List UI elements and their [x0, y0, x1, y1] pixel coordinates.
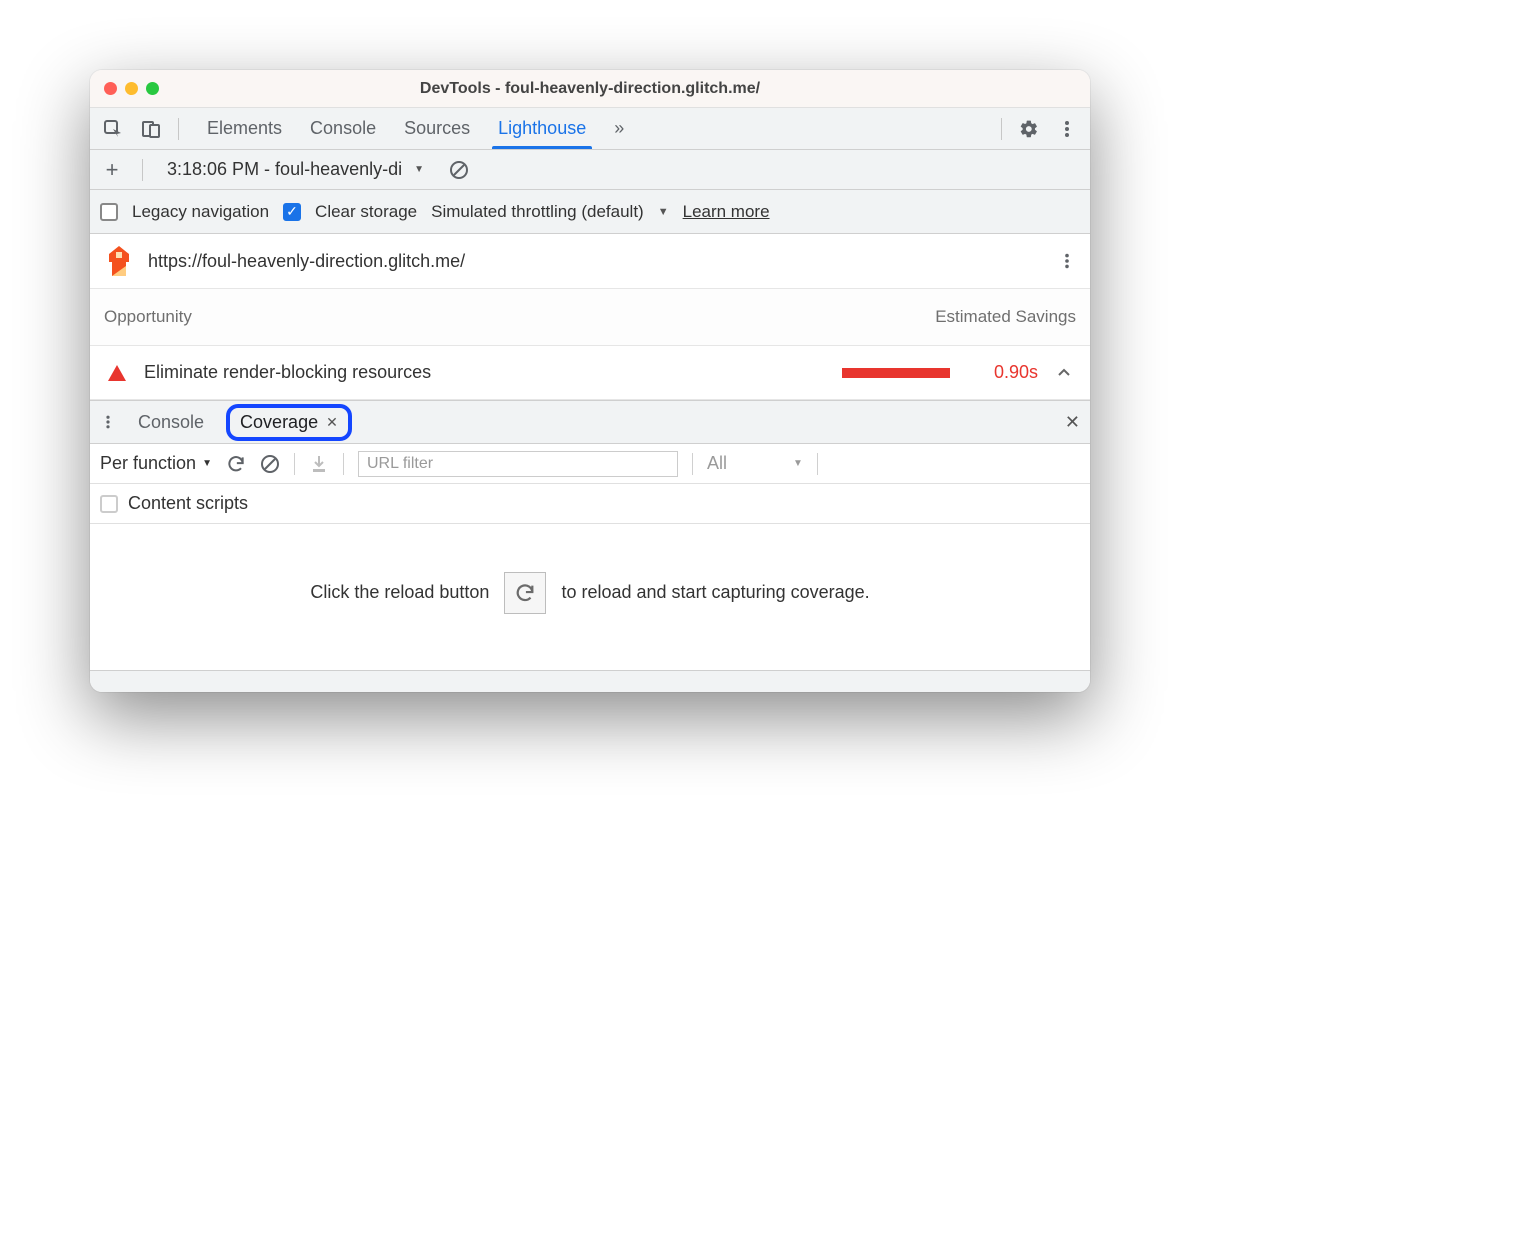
report-menu-icon[interactable]: [1058, 252, 1076, 270]
report-url: https://foul-heavenly-direction.glitch.m…: [148, 251, 465, 272]
fail-triangle-icon: [108, 365, 126, 381]
coverage-toolbar-2: Content scripts: [90, 484, 1090, 524]
report-header: https://foul-heavenly-direction.glitch.m…: [90, 234, 1090, 289]
savings-value: 0.90s: [968, 362, 1038, 383]
main-tabstrip: Elements Console Sources Lighthouse »: [90, 108, 1090, 150]
clear-storage-label: Clear storage: [315, 202, 417, 222]
zoom-window-button[interactable]: [146, 82, 159, 95]
savings-bar: [842, 368, 950, 378]
coverage-empty-state: Click the reload button to reload and st…: [90, 524, 1090, 670]
reload-button[interactable]: [504, 572, 546, 614]
drawer-tabstrip: Console Coverage ✕ ✕: [90, 400, 1090, 444]
clear-icon[interactable]: [260, 454, 280, 474]
divider: [294, 453, 295, 475]
learn-more-link[interactable]: Learn more: [683, 202, 770, 222]
reload-icon[interactable]: [226, 454, 246, 474]
divider: [142, 159, 143, 181]
legacy-navigation-label: Legacy navigation: [132, 202, 269, 222]
lighthouse-toolbar: + 3:18:06 PM - foul-heavenly-di: [90, 150, 1090, 190]
tab-elements[interactable]: Elements: [193, 108, 296, 149]
lighthouse-options: Legacy navigation ✓ Clear storage Simula…: [90, 190, 1090, 234]
legacy-navigation-checkbox[interactable]: [100, 203, 118, 221]
titlebar: DevTools - foul-heavenly-direction.glitc…: [90, 70, 1090, 108]
chevron-up-icon[interactable]: [1056, 365, 1072, 381]
type-filter-select[interactable]: All ▼: [707, 453, 803, 474]
window-footer: [90, 670, 1090, 692]
column-opportunity: Opportunity: [104, 307, 192, 327]
inspect-element-icon[interactable]: [96, 112, 130, 146]
panel-tabs: Elements Console Sources Lighthouse »: [193, 108, 638, 149]
divider: [692, 453, 693, 475]
opportunity-columns: Opportunity Estimated Savings: [90, 289, 1090, 346]
content-scripts-label: Content scripts: [128, 493, 248, 514]
divider: [178, 118, 179, 140]
divider: [817, 453, 818, 475]
drawer-menu-icon[interactable]: [100, 414, 116, 430]
drawer-tab-coverage[interactable]: Coverage ✕: [226, 404, 352, 441]
close-drawer-icon[interactable]: ✕: [1065, 412, 1080, 433]
drawer-tab-coverage-label: Coverage: [240, 412, 318, 433]
settings-gear-icon[interactable]: [1012, 112, 1046, 146]
column-savings: Estimated Savings: [935, 307, 1076, 327]
tab-console[interactable]: Console: [296, 108, 390, 149]
divider: [343, 453, 344, 475]
tab-sources[interactable]: Sources: [390, 108, 484, 149]
traffic-lights: [104, 82, 159, 95]
granularity-select[interactable]: Per function ▼: [100, 453, 212, 474]
content-scripts-checkbox[interactable]: [100, 495, 118, 513]
window-title: DevTools - foul-heavenly-direction.glitc…: [420, 80, 760, 98]
throttling-select[interactable]: Simulated throttling (default): [431, 202, 644, 222]
clear-storage-checkbox[interactable]: ✓: [283, 203, 301, 221]
url-filter-placeholder: URL filter: [367, 455, 433, 473]
opportunity-row[interactable]: Eliminate render-blocking resources 0.90…: [90, 346, 1090, 400]
tabs-overflow-icon[interactable]: »: [600, 108, 638, 149]
lighthouse-logo-icon: [104, 244, 134, 278]
tab-lighthouse[interactable]: Lighthouse: [484, 108, 600, 149]
device-toolbar-icon[interactable]: [134, 112, 168, 146]
divider: [1001, 118, 1002, 140]
report-select[interactable]: 3:18:06 PM - foul-heavenly-di: [159, 155, 432, 184]
report-select-label: 3:18:06 PM - foul-heavenly-di: [167, 159, 402, 180]
url-filter-input[interactable]: URL filter: [358, 451, 678, 477]
minimize-window-button[interactable]: [125, 82, 138, 95]
close-window-button[interactable]: [104, 82, 117, 95]
devtools-window: DevTools - foul-heavenly-direction.glitc…: [90, 70, 1090, 692]
opportunity-title: Eliminate render-blocking resources: [144, 362, 431, 383]
coverage-hint-pre: Click the reload button: [310, 582, 489, 602]
export-icon: [309, 454, 329, 474]
clear-report-icon[interactable]: [442, 153, 476, 187]
close-tab-icon[interactable]: ✕: [326, 414, 338, 431]
new-report-button[interactable]: +: [98, 157, 126, 183]
drawer-tab-console[interactable]: Console: [130, 408, 212, 437]
coverage-toolbar: Per function ▼ URL filter All ▼: [90, 444, 1090, 484]
kebab-menu-icon[interactable]: [1050, 112, 1084, 146]
coverage-hint-post: to reload and start capturing coverage.: [561, 582, 869, 602]
